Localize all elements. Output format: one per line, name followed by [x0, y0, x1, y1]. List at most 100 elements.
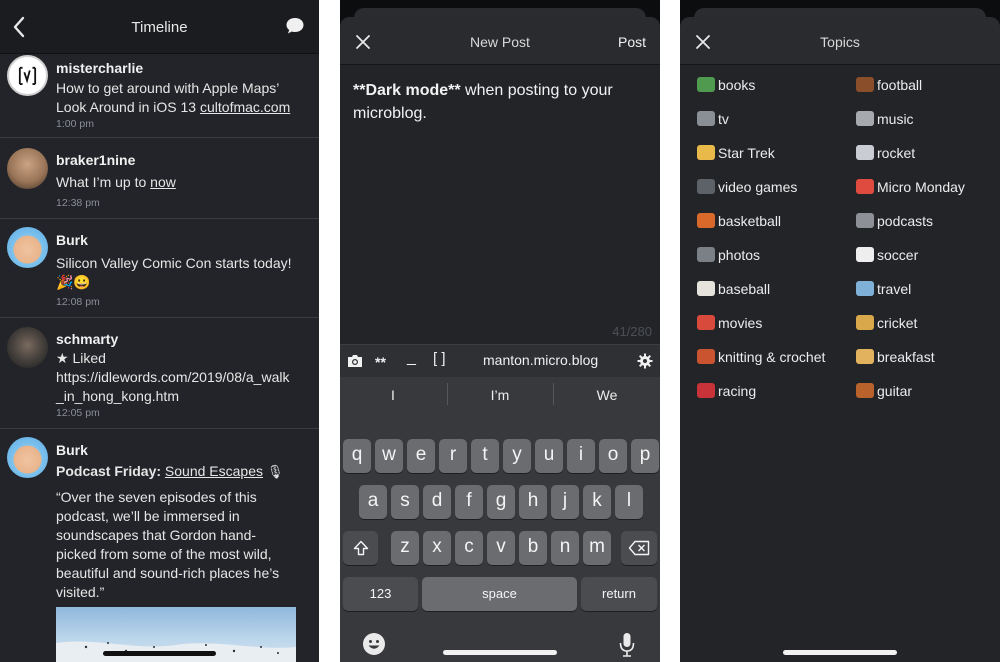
keyboard: I I’m We qwertyuiop asdfghjkl zxcvbnm 12… — [340, 377, 660, 662]
key-s[interactable]: s — [391, 485, 419, 519]
key-h[interactable]: h — [519, 485, 547, 519]
post-username[interactable]: Burk — [56, 232, 88, 248]
key-c[interactable]: c — [455, 531, 483, 565]
post-timestamp[interactable]: 12:38 pm — [56, 197, 100, 209]
post-timestamp[interactable]: 12:08 pm — [56, 296, 100, 308]
compose-bubble-icon[interactable] — [285, 16, 305, 36]
new-post-sheet: New Post Post **Dark mode** when posting… — [340, 17, 660, 662]
timeline-post[interactable]: mistercharlie How to get around with App… — [0, 55, 319, 138]
numbers-key[interactable]: 123 — [343, 577, 418, 611]
avatar[interactable] — [7, 55, 48, 96]
post-button[interactable]: Post — [618, 34, 646, 50]
key-u[interactable]: u — [535, 439, 563, 473]
key-k[interactable]: k — [583, 485, 611, 519]
gear-icon[interactable] — [637, 353, 653, 369]
topic-item[interactable]: rocket — [856, 145, 915, 167]
post-link[interactable]: now — [150, 174, 176, 190]
suggestion-1[interactable]: I — [340, 387, 446, 403]
site-selector[interactable]: manton.micro.blog — [483, 352, 598, 368]
topic-item[interactable]: knitting & crochet — [697, 349, 825, 371]
post-link[interactable]: cultofmac.com — [200, 99, 290, 115]
avatar[interactable] — [7, 437, 48, 478]
topic-item[interactable]: music — [856, 111, 914, 133]
key-r[interactable]: r — [439, 439, 467, 473]
avatar[interactable] — [7, 148, 48, 189]
key-f[interactable]: f — [455, 485, 483, 519]
bold-button[interactable]: ** — [375, 354, 386, 370]
topic-item[interactable]: football — [856, 77, 922, 99]
post-text-editor[interactable]: **Dark mode** when posting to your micro… — [353, 79, 648, 125]
topic-item[interactable]: tv — [697, 111, 729, 133]
topic-label: tv — [718, 111, 729, 127]
topic-item[interactable]: books — [697, 77, 755, 99]
map-icon — [856, 281, 874, 296]
post-timestamp[interactable]: 1:00 pm — [56, 118, 94, 130]
return-key[interactable]: return — [581, 577, 657, 611]
post-text: What I’m up to — [56, 174, 151, 190]
topic-item[interactable]: Star Trek — [697, 145, 775, 167]
topic-item[interactable]: video games — [697, 179, 797, 201]
key-w[interactable]: w — [375, 439, 403, 473]
key-m[interactable]: m — [583, 531, 611, 565]
topic-item[interactable]: baseball — [697, 281, 770, 303]
microphone-icon[interactable] — [619, 632, 635, 658]
key-t[interactable]: t — [471, 439, 499, 473]
topic-item[interactable]: travel — [856, 281, 911, 303]
post-link[interactable]: Sound Escapes — [165, 463, 263, 479]
topic-item[interactable]: photos — [697, 247, 760, 269]
post-username[interactable]: schmarty — [56, 331, 118, 347]
draft-bold-text: **Dark mode** — [353, 82, 461, 99]
delete-key[interactable] — [621, 531, 657, 565]
key-l[interactable]: l — [615, 485, 643, 519]
timeline-post[interactable]: braker1nine What I’m up to now 12:38 pm — [0, 139, 319, 219]
post-username[interactable]: Burk — [56, 442, 88, 458]
link-button[interactable]: [ ] — [433, 350, 446, 367]
key-z[interactable]: z — [391, 531, 419, 565]
game-controller-icon — [697, 179, 715, 194]
post-username[interactable]: braker1nine — [56, 152, 135, 168]
key-y[interactable]: y — [503, 439, 531, 473]
topic-item[interactable]: breakfast — [856, 349, 935, 371]
key-n[interactable]: n — [551, 531, 579, 565]
space-key[interactable]: space — [422, 577, 577, 611]
key-g[interactable]: g — [487, 485, 515, 519]
topics-nav-bar: Topics — [680, 17, 1000, 65]
italic-button[interactable]: _ — [407, 349, 416, 367]
key-v[interactable]: v — [487, 531, 515, 565]
topics-screen: Topics books tv Star Trek video games basket… — [680, 0, 1000, 662]
key-a[interactable]: a — [359, 485, 387, 519]
topic-item[interactable]: racing — [697, 383, 756, 405]
key-d[interactable]: d — [423, 485, 451, 519]
new-post-nav-bar: New Post Post — [340, 17, 660, 65]
timeline-post[interactable]: Burk Silicon Valley Comic Con starts tod… — [0, 220, 319, 318]
avatar[interactable] — [7, 227, 48, 268]
topic-item[interactable]: basketball — [697, 213, 781, 235]
camera-icon[interactable] — [347, 354, 363, 368]
topic-item[interactable]: soccer — [856, 247, 918, 269]
topic-item[interactable]: Micro Monday — [856, 179, 965, 201]
shift-key[interactable] — [343, 531, 378, 565]
microphone-icon: 🎙 — [266, 464, 284, 479]
key-j[interactable]: j — [551, 485, 579, 519]
key-q[interactable]: q — [343, 439, 371, 473]
emoji-icon[interactable] — [362, 632, 386, 656]
key-o[interactable]: o — [599, 439, 627, 473]
topic-item[interactable]: movies — [697, 315, 762, 337]
baseball-icon — [697, 281, 715, 296]
post-timestamp[interactable]: 12:05 pm — [56, 407, 100, 419]
suggestion-3[interactable]: We — [554, 387, 660, 403]
suggestion-2[interactable]: I’m — [447, 387, 553, 403]
key-i[interactable]: i — [567, 439, 595, 473]
key-x[interactable]: x — [423, 531, 451, 565]
yarn-icon — [697, 349, 715, 364]
topic-item[interactable]: guitar — [856, 383, 912, 405]
post-username[interactable]: mistercharlie — [56, 60, 143, 76]
key-p[interactable]: p — [631, 439, 659, 473]
avatar[interactable] — [7, 327, 48, 368]
key-b[interactable]: b — [519, 531, 547, 565]
timeline-post[interactable]: schmarty ★ Liked https://idlewords.com/2… — [0, 319, 319, 429]
key-e[interactable]: e — [407, 439, 435, 473]
topic-item[interactable]: podcasts — [856, 213, 933, 235]
pancakes-icon — [856, 349, 874, 364]
topic-item[interactable]: cricket — [856, 315, 917, 337]
